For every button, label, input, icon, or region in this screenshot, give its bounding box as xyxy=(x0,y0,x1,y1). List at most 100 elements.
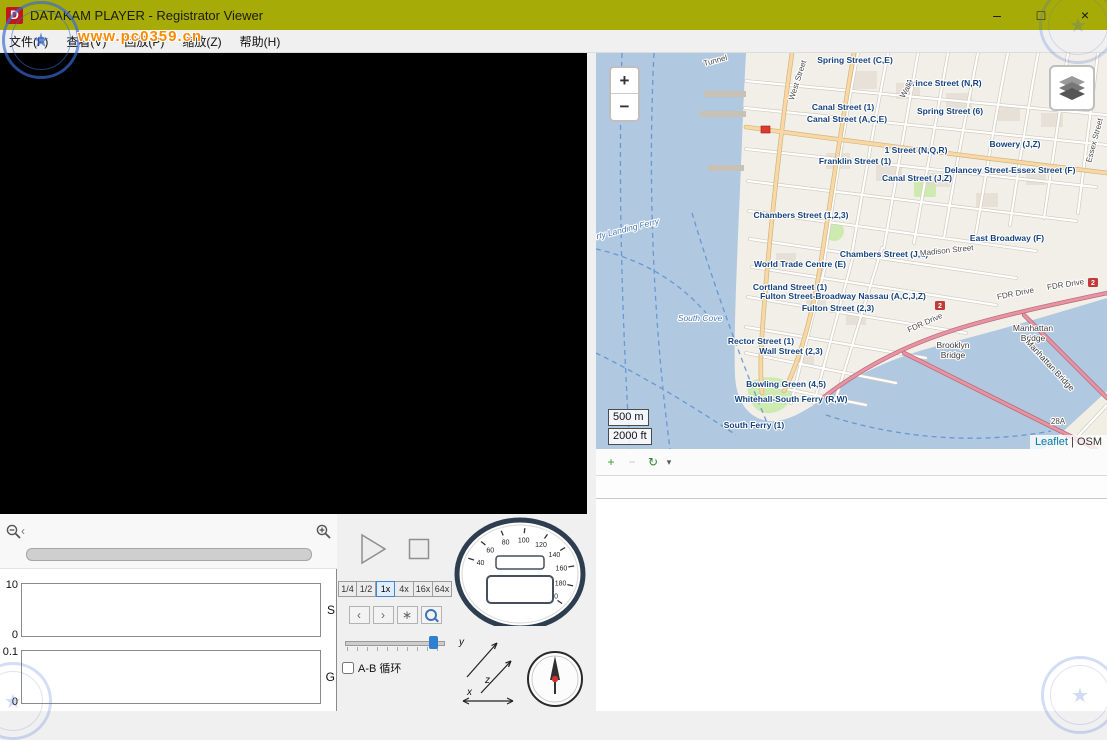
map-label: World Trade Centre (E) xyxy=(754,259,846,269)
map-label: Chambers Street (1,2,3) xyxy=(754,210,849,220)
osm-attribution: | OSM xyxy=(1068,436,1102,448)
bookmark-button[interactable]: ∗ xyxy=(397,606,418,624)
map-label: Bridge xyxy=(941,350,966,360)
speed-button-16x[interactable]: 16x xyxy=(414,581,433,597)
refresh-icon[interactable]: ↻ xyxy=(643,452,663,472)
speed-chart-ymax: 10 xyxy=(0,579,18,591)
speed-chart-plot[interactable] xyxy=(21,583,321,637)
gsensor-chart-ymax: 0.1 xyxy=(0,646,18,658)
map-label: Rector Street (1) xyxy=(728,336,794,346)
gauge-tick-80: 80 xyxy=(502,540,510,547)
file-table-body[interactable] xyxy=(596,499,1107,711)
gauge-tick-120: 120 xyxy=(535,542,547,549)
refresh-options-icon[interactable]: ▾ xyxy=(664,452,674,472)
map-canvas: 22 Spring Street (C,E)Prince Street (N,R… xyxy=(596,53,1107,449)
map-label: Chambers Street (J,Z) xyxy=(840,249,928,259)
gauge-tick-100: 100 xyxy=(518,538,530,545)
nav-buttons: ‹›∗ xyxy=(349,606,442,624)
play-button[interactable] xyxy=(360,533,388,565)
add-icon[interactable]: + xyxy=(601,452,621,472)
map-layers-button[interactable] xyxy=(1049,65,1095,111)
layers-icon xyxy=(1059,76,1085,100)
instruments-panel: 406080100120140160180200 xyxy=(453,514,587,711)
stop-button[interactable] xyxy=(408,538,430,560)
speed-chart-ymin: 0 xyxy=(0,629,18,641)
video-display[interactable] xyxy=(0,53,587,514)
timeline-scrollbar[interactable] xyxy=(26,548,312,561)
zoom-window-button[interactable] xyxy=(421,606,442,624)
compass-center-dot xyxy=(552,676,558,682)
speed-buttons: 1/41/21x4x16x64x xyxy=(338,581,452,597)
map-label: Canal Street (1) xyxy=(812,102,875,112)
gauge-tick-40: 40 xyxy=(477,560,485,567)
gsensor-chart-ymin: 0 xyxy=(0,696,18,708)
file-toolbar: +−↻▾ xyxy=(596,449,1107,476)
map-attribution: Leaflet | OSM xyxy=(1030,435,1107,449)
map-label: Canal Street (A,C,E) xyxy=(807,114,887,124)
remove-icon: − xyxy=(622,452,642,472)
map-label: Canal Street (J,Z) xyxy=(882,173,952,183)
map-label: Fulton Street-Broadway Nassau (A,C,J,Z) xyxy=(760,291,926,301)
speedometer-gauge: 406080100120140160180200 xyxy=(453,516,587,626)
map-label: 1 Street (N,Q,R) xyxy=(885,145,948,155)
gsensor-chart-plot[interactable] xyxy=(21,650,321,704)
map-zoom-in-button[interactable]: + xyxy=(611,68,638,94)
speed-button-1/4[interactable]: 1/4 xyxy=(338,581,357,597)
timeline-zoom-in-icon[interactable] xyxy=(315,523,332,540)
menu-item-1[interactable]: 文件(F) xyxy=(0,31,57,52)
speed-button-1/2[interactable]: 1/2 xyxy=(357,581,376,597)
map-label: Fulton Street (2,3) xyxy=(802,303,874,313)
map-label: Bowery (J,Z) xyxy=(989,139,1040,149)
gsensor-chart: 0.1 0 G xyxy=(0,650,336,704)
magnifier-icon xyxy=(425,609,437,621)
menu-item-4[interactable]: 缩放(Z) xyxy=(173,31,230,52)
position-slider[interactable] xyxy=(345,634,445,651)
app-icon: D xyxy=(6,7,23,24)
map-label: Delancey Street-Essex Street (F) xyxy=(945,165,1076,175)
speed-button-4x[interactable]: 4x xyxy=(395,581,414,597)
timeline-zoom-out-icon[interactable] xyxy=(5,523,22,540)
gauge-display-odometer xyxy=(487,576,553,603)
speed-chart-label: S xyxy=(327,603,335,617)
seek-back-button[interactable]: ‹ xyxy=(21,524,25,538)
map-label: Bowling Green (4,5) xyxy=(746,379,826,389)
map-marker[interactable] xyxy=(761,126,770,133)
gauge-tick-60: 60 xyxy=(486,548,494,555)
axis-y-label: y xyxy=(458,637,465,648)
leaflet-link[interactable]: Leaflet xyxy=(1035,436,1068,448)
map-label: Franklin Street (1) xyxy=(819,156,891,166)
menu-item-3[interactable]: 回放(P) xyxy=(115,31,173,52)
step-back-button[interactable]: ‹ xyxy=(349,606,370,624)
svg-text:2: 2 xyxy=(938,303,942,310)
slider-thumb[interactable] xyxy=(429,636,438,649)
gauge-display-small xyxy=(496,556,544,569)
menu-item-2[interactable]: 查看(V) xyxy=(57,31,115,52)
seek-panel: ‹ xyxy=(0,514,337,569)
window-title: DATAKAM PLAYER - Registrator Viewer xyxy=(30,8,975,23)
map-label: Whitehall-South Ferry (R,W) xyxy=(735,394,848,404)
svg-text:2: 2 xyxy=(1091,280,1095,287)
map-label: Wall Street (2,3) xyxy=(759,346,823,356)
axis-x-label: x xyxy=(466,687,473,698)
minimize-button[interactable]: – xyxy=(975,0,1019,30)
maximize-button[interactable]: □ xyxy=(1019,0,1063,30)
file-table-header xyxy=(596,476,1107,499)
map-scale-metric: 500 m xyxy=(608,409,649,426)
speed-button-64x[interactable]: 64x xyxy=(433,581,452,597)
speed-button-1x[interactable]: 1x xyxy=(376,581,395,597)
map-label: Prince Street (N,R) xyxy=(906,78,981,88)
ab-loop-checkbox[interactable] xyxy=(342,662,354,674)
map-scale-imperial: 2000 ft xyxy=(608,428,652,445)
map-label: East Broadway (F) xyxy=(970,233,1044,243)
map-zoom-out-button[interactable]: − xyxy=(611,94,638,120)
gauge-tick-180: 180 xyxy=(555,580,567,587)
menu-item-5[interactable]: 帮助(H) xyxy=(231,31,290,52)
xyz-axes-indicator: y z x xyxy=(455,631,521,709)
close-button[interactable]: × xyxy=(1063,0,1107,30)
step-forward-button[interactable]: › xyxy=(373,606,394,624)
gauge-tick-160: 160 xyxy=(556,566,568,573)
menu-bar: 文件(F)查看(V)回放(P)缩放(Z)帮助(H) xyxy=(0,30,1107,53)
map-view[interactable]: 22 Spring Street (C,E)Prince Street (N,R… xyxy=(596,53,1107,449)
map-label: South Cove xyxy=(678,313,723,323)
title-bar: D DATAKAM PLAYER - Registrator Viewer – … xyxy=(0,0,1107,30)
